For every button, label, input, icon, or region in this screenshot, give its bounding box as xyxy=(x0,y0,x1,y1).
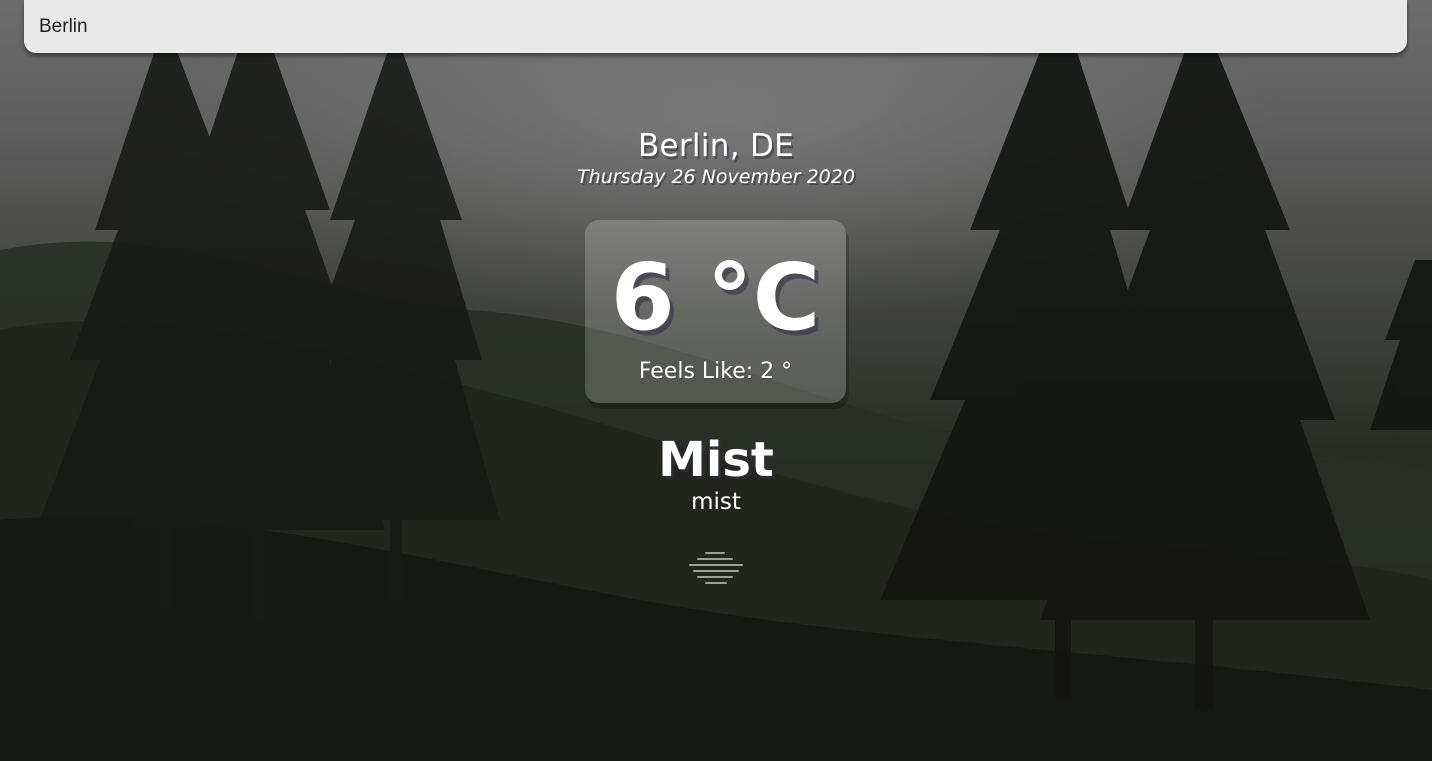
feels-like-label: Feels Like: 2 ° xyxy=(638,359,793,384)
temperature-value: 6 °C xyxy=(610,244,821,351)
temperature-card: 6 °C Feels Like: 2 ° xyxy=(585,220,846,403)
date-label: Thursday 26 November 2020 xyxy=(577,166,855,188)
location-name: Berlin, DE xyxy=(637,128,795,164)
weather-condition: Mist xyxy=(658,432,774,488)
mist-icon xyxy=(689,552,743,584)
weather-app: Berlin, DE Thursday 26 November 2020 6 °… xyxy=(0,0,1432,761)
weather-description: mist xyxy=(691,489,741,515)
search-input[interactable] xyxy=(24,0,1407,53)
search-bar xyxy=(24,0,1407,53)
